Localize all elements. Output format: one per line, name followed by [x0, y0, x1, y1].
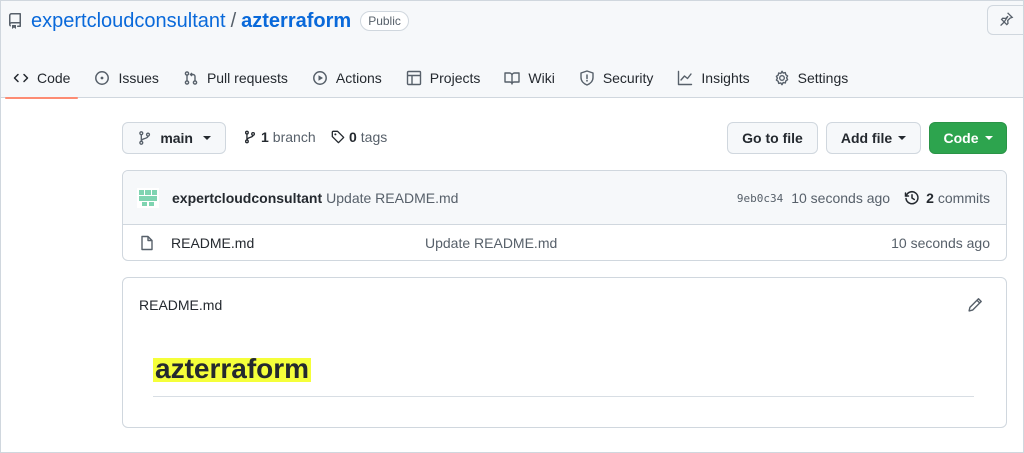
avatar[interactable] — [137, 187, 159, 208]
tab-wiki[interactable]: Wiki — [496, 57, 562, 98]
add-file-button[interactable]: Add file — [826, 122, 921, 154]
tab-projects[interactable]: Projects — [398, 57, 489, 98]
tab-security[interactable]: Security — [571, 57, 662, 98]
tab-label: Settings — [797, 69, 849, 86]
tab-settings[interactable]: Settings — [766, 57, 857, 98]
tab-pull-requests[interactable]: Pull requests — [175, 57, 296, 98]
repo-nav-tabs: Code Issues Pull requests Actions Projec… — [5, 57, 864, 99]
code-icon — [13, 73, 29, 82]
git-pull-request-icon — [184, 70, 198, 85]
pencil-icon — [968, 298, 982, 312]
commit-count: 2 — [926, 190, 934, 206]
code-button-label: Code — [943, 130, 979, 146]
commits-history-link[interactable]: 2 commits — [904, 190, 990, 206]
branch-label: branch — [272, 129, 316, 145]
book-icon — [504, 71, 521, 85]
pin-icon — [998, 11, 1014, 30]
visibility-badge: Public — [360, 11, 409, 31]
commit-meta: 9eb0c34 10 seconds ago 2 commits — [737, 171, 990, 225]
readme-heading: azterraform — [153, 352, 312, 386]
tab-code[interactable]: Code — [5, 57, 79, 99]
add-file-label: Add file — [840, 130, 893, 146]
readme-panel: README.md azterraform — [122, 277, 1007, 428]
tab-label: Projects — [429, 69, 481, 86]
history-icon — [904, 190, 919, 205]
repo-header: expertcloudconsultant / azterraform Publ… — [1, 1, 1023, 99]
graph-icon — [678, 70, 693, 85]
branch-select-button[interactable]: main — [122, 122, 226, 154]
git-branch-icon — [139, 131, 151, 145]
branch-count: 1 — [261, 129, 269, 145]
branches-link[interactable]: 1 branch — [243, 129, 316, 145]
play-icon — [312, 70, 327, 85]
gear-icon — [775, 70, 788, 85]
tab-issues[interactable]: Issues — [86, 57, 166, 98]
repo-name-link[interactable]: azterraform — [241, 10, 351, 33]
tag-count: 0 — [349, 129, 357, 145]
tag-label: tags — [360, 129, 388, 145]
tab-label: Insights — [701, 69, 750, 86]
commit-sha-link[interactable]: 9eb0c34 — [737, 192, 783, 205]
chevron-down-icon — [898, 136, 907, 140]
shield-icon — [580, 69, 594, 86]
commit-time: 10 seconds ago — [791, 190, 891, 206]
git-branch-icon — [244, 130, 256, 144]
tab-insights[interactable]: Insights — [669, 57, 757, 98]
file-icon — [139, 235, 155, 251]
branch-name: main — [160, 130, 193, 146]
repo-path-separator: / — [230, 9, 237, 32]
pin-button[interactable] — [987, 5, 1023, 35]
go-to-file-label: Go to file — [742, 130, 803, 146]
file-listing: expertcloudconsultant Update README.md 9… — [122, 170, 1007, 261]
edit-readme-button[interactable] — [966, 296, 984, 314]
file-name-link[interactable]: README.md — [171, 235, 254, 251]
readme-filename: README.md — [139, 297, 223, 313]
code-button[interactable]: Code — [929, 122, 1007, 154]
table-icon — [406, 70, 421, 85]
file-commit-message-link[interactable]: Update README.md — [425, 235, 557, 251]
file-row[interactable]: README.md Update README.md 10 seconds ag… — [123, 225, 1006, 260]
commit-count-label: commits — [937, 190, 990, 206]
commit-message-link[interactable]: Update README.md — [326, 190, 458, 206]
tab-label: Issues — [118, 69, 159, 86]
repo-icon — [7, 13, 23, 29]
latest-commit-row: expertcloudconsultant Update README.md 9… — [123, 171, 1006, 225]
tag-icon — [331, 130, 345, 144]
chevron-down-icon — [984, 136, 993, 140]
tags-link[interactable]: 0 tags — [331, 129, 387, 145]
go-to-file-button[interactable]: Go to file — [727, 122, 818, 154]
tab-label: Code — [37, 69, 71, 86]
issue-opened-icon — [95, 70, 110, 85]
file-commit-time: 10 seconds ago — [891, 235, 990, 251]
tab-label: Wiki — [528, 69, 555, 86]
heading-divider — [153, 396, 974, 397]
tab-label: Pull requests — [206, 69, 288, 86]
commit-author-link[interactable]: expertcloudconsultant — [172, 190, 322, 206]
tab-label: Actions — [335, 69, 382, 86]
repo-title-line: expertcloudconsultant / azterraform Publ… — [7, 9, 409, 33]
tab-label: Security — [602, 69, 654, 86]
tab-actions[interactable]: Actions — [304, 57, 390, 98]
repo-owner-link[interactable]: expertcloudconsultant — [31, 10, 226, 33]
chevron-down-icon — [203, 136, 211, 140]
